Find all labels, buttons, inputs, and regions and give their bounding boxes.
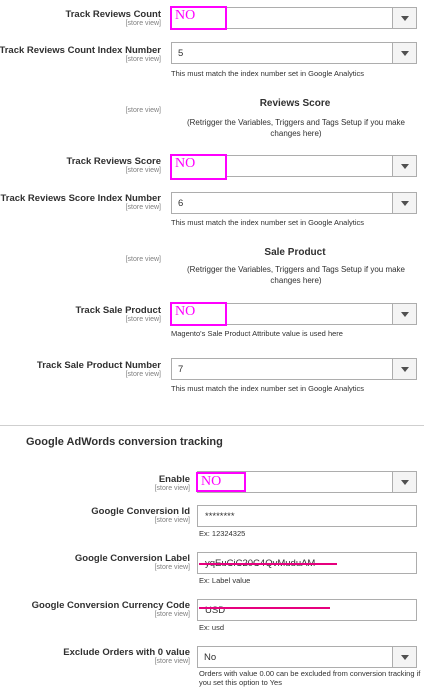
currency-code-example: Ex: usd (199, 623, 225, 632)
track-reviews-score-label: Track Reviews Score (66, 156, 161, 167)
adwords-enable-scope: [store view] (154, 485, 190, 492)
track-sale-product-highlight: NO (170, 302, 227, 326)
conversion-label-example: Ex: Label value (199, 576, 251, 585)
track-reviews-count-index-scope: [store view] (125, 56, 161, 63)
track-reviews-score-index-scope: [store view] (125, 204, 161, 211)
track-sale-product-index-select[interactable]: 7 (171, 358, 417, 380)
exclude-zero-label: Exclude Orders with 0 value (63, 647, 190, 658)
chevron-down-icon (392, 304, 416, 324)
reviews-score-note: (Retrigger the Variables, Triggers and T… (186, 118, 406, 138)
conversion-id-scope: [store view] (154, 517, 190, 524)
exclude-zero-scope: [store view] (154, 658, 190, 665)
chevron-down-icon (392, 472, 416, 492)
sale-product-scope: [store view] (125, 256, 161, 263)
reviews-score-scope: [store view] (125, 107, 161, 114)
chevron-down-icon (392, 647, 416, 667)
track-reviews-score-highlight: NO (170, 154, 227, 180)
adwords-enable-highlight: NO (196, 472, 246, 492)
conversion-id-input[interactable]: ******** (197, 505, 417, 527)
exclude-zero-note: Orders with value 0.00 can be excluded f… (199, 669, 421, 687)
track-sale-product-index-scope: [store view] (125, 371, 161, 378)
currency-code-label: Google Conversion Currency Code (31, 600, 190, 611)
chevron-down-icon (392, 156, 416, 176)
adwords-enable-label: Enable (158, 474, 190, 485)
sale-product-note: (Retrigger the Variables, Triggers and T… (186, 265, 406, 285)
track-sale-product-note: Magento's Sale Product Attribute value i… (171, 329, 343, 338)
chevron-down-icon (392, 193, 416, 213)
currency-code-input[interactable]: USD (197, 599, 417, 621)
track-reviews-count-index-note: This must match the index number set in … (171, 69, 365, 78)
selected-value: 5 (178, 48, 184, 59)
currency-code-scope: [store view] (154, 611, 190, 618)
track-reviews-score-index-note: This must match the index number set in … (171, 218, 365, 227)
exclude-zero-select[interactable]: No (197, 646, 417, 668)
track-reviews-score-index-label: Track Reviews Score Index Number (0, 193, 161, 204)
conversion-id-example: Ex: 12324325 (199, 529, 246, 538)
track-reviews-count-scope: [store view] (125, 20, 161, 27)
track-reviews-count-label: Track Reviews Count (65, 9, 161, 20)
conversion-id-value: ******** (205, 511, 235, 522)
track-sale-product-index-label: Track Sale Product Number (36, 360, 161, 371)
section-divider (0, 425, 424, 426)
redaction-line (199, 563, 337, 565)
chevron-down-icon (392, 359, 416, 379)
redaction-line (199, 607, 330, 609)
conversion-label-scope: [store view] (154, 564, 190, 571)
track-reviews-score-index-select[interactable]: 6 (171, 192, 417, 214)
conversion-label-label: Google Conversion Label (74, 553, 190, 564)
track-reviews-count-index-select[interactable]: 5 (171, 42, 417, 64)
sale-product-heading: Sale Product (264, 247, 326, 258)
track-reviews-count-index-label: Track Reviews Count Index Number (0, 45, 161, 56)
conversion-id-label: Google Conversion Id (91, 506, 190, 517)
selected-value: 7 (178, 364, 184, 375)
track-sale-product-index-note: This must match the index number set in … (171, 384, 365, 393)
chevron-down-icon (392, 8, 416, 28)
selected-value: No (204, 652, 217, 663)
selected-value: 6 (178, 198, 184, 209)
track-reviews-score-scope: [store view] (125, 167, 161, 174)
chevron-down-icon (392, 43, 416, 63)
adwords-group-title[interactable]: Google AdWords conversion tracking (26, 436, 223, 448)
track-sale-product-scope: [store view] (125, 316, 161, 323)
track-sale-product-label: Track Sale Product (75, 305, 161, 316)
reviews-score-heading: Reviews Score (259, 98, 331, 109)
track-reviews-count-highlight: NO (170, 6, 227, 30)
